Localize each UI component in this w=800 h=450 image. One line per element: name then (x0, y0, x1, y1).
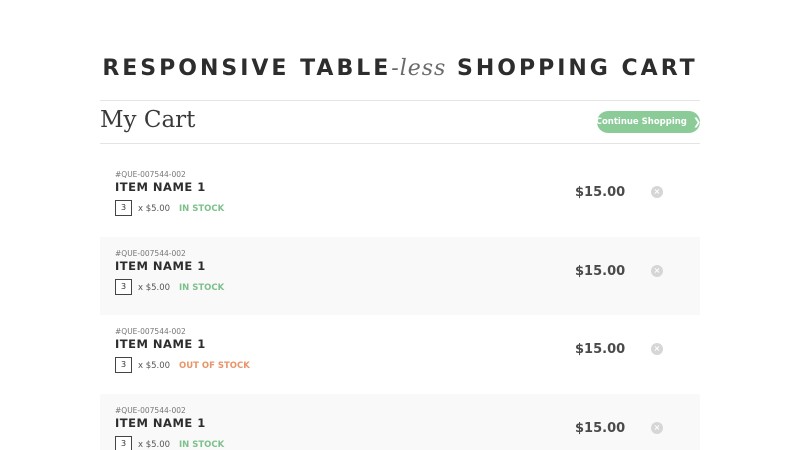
close-icon: × (653, 344, 661, 353)
cart-item: #QUE-007544-002 ITEM NAME 1 3 x $5.00 OU… (100, 315, 700, 394)
item-sku: #QUE-007544-002 (115, 405, 186, 415)
chevron-right-icon: ❯ (692, 116, 702, 128)
remove-item-button[interactable]: × (651, 186, 663, 198)
unit-price: x $5.00 (138, 361, 171, 371)
item-sku: #QUE-007544-002 (115, 170, 186, 179)
quantity-input[interactable]: 3 (115, 200, 132, 216)
stock-status: IN STOCK (179, 204, 225, 214)
stock-status: OUT OF STOCK (179, 361, 250, 371)
title-part-1: RESPONSIVE TABLE (102, 56, 392, 81)
stock-status: IN STOCK (179, 439, 225, 450)
close-icon: × (653, 187, 661, 196)
item-name[interactable]: ITEM NAME 1 (115, 259, 206, 273)
cart-items: #QUE-007544-002 ITEM NAME 1 3 x $5.00 IN… (100, 158, 700, 450)
quantity-input[interactable]: 3 (115, 357, 132, 373)
continue-shopping-label: Continue Shopping (595, 117, 687, 127)
item-price: $15.00 (575, 342, 626, 357)
cart: My Cart Continue Shopping ❯ #QUE-007544-… (100, 100, 702, 450)
remove-item-button[interactable]: × (651, 264, 663, 277)
remove-item-button[interactable]: × (651, 343, 663, 355)
remove-item-button[interactable]: × (651, 421, 663, 434)
item-price: $15.00 (575, 185, 626, 200)
stock-status: IN STOCK (179, 282, 225, 293)
page-title: RESPONSIVE TABLE-less SHOPPING CART (0, 56, 800, 81)
unit-price: x $5.00 (138, 282, 171, 293)
close-icon: × (653, 265, 661, 275)
cart-item: #QUE-007544-002 ITEM NAME 1 3 x $5.00 IN… (100, 393, 700, 450)
unit-price: x $5.00 (138, 204, 171, 214)
item-sku: #QUE-007544-002 (115, 248, 186, 258)
item-name[interactable]: ITEM NAME 1 (115, 416, 206, 430)
quantity-input[interactable]: 3 (115, 435, 132, 450)
cart-header: My Cart Continue Shopping ❯ (100, 100, 702, 144)
item-sku: #QUE-007544-002 (115, 327, 186, 336)
item-name[interactable]: ITEM NAME 1 (115, 180, 206, 194)
unit-price: x $5.00 (138, 439, 171, 450)
item-price: $15.00 (575, 420, 626, 436)
item-name[interactable]: ITEM NAME 1 (115, 337, 206, 351)
continue-shopping-button[interactable]: Continue Shopping ❯ (595, 111, 702, 133)
title-part-2: -less (391, 56, 447, 81)
item-price: $15.00 (575, 263, 626, 279)
cart-item: #QUE-007544-002 ITEM NAME 1 3 x $5.00 IN… (100, 236, 700, 315)
cart-heading: My Cart (100, 107, 196, 133)
quantity-input[interactable]: 3 (115, 278, 132, 295)
close-icon: × (653, 422, 661, 432)
cart-item: #QUE-007544-002 ITEM NAME 1 3 x $5.00 IN… (100, 158, 700, 237)
title-part-3: SHOPPING CART (446, 56, 698, 81)
